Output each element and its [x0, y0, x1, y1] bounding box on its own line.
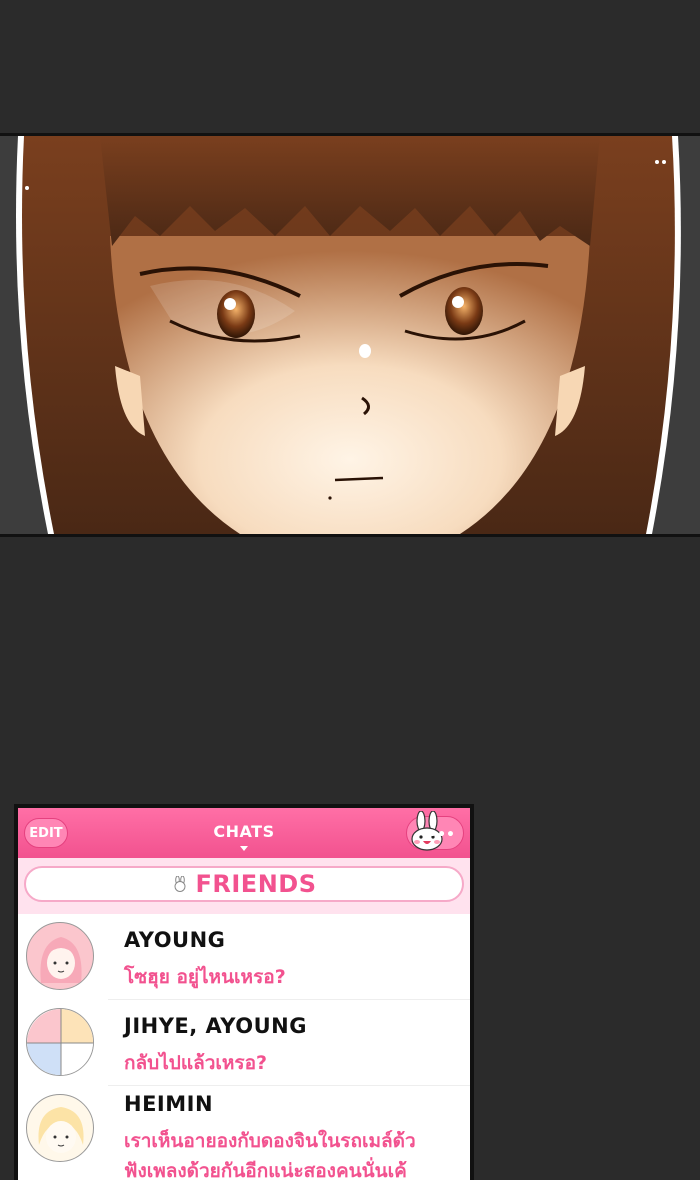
caret-down-icon [240, 846, 248, 851]
friends-button[interactable]: FRIENDS [24, 866, 464, 902]
comic-panel [0, 133, 700, 537]
chat-name: HEIMIN [124, 1092, 214, 1116]
phone-screen: EDIT CHATS ••• FRIENDS AYOUNG โซฮุย อยู่… [14, 804, 474, 1180]
group-avatar-icon [26, 1008, 94, 1076]
chats-tab-title[interactable]: CHATS [18, 822, 470, 841]
chat-row[interactable]: HEIMIN เราเห็นอายองกับดองจินในรถเมล์ด้ว … [18, 1086, 470, 1180]
chat-message: กลับไปแล้วเหรอ? [124, 1052, 268, 1074]
bunny-small-icon [174, 876, 185, 892]
friends-label: FRIENDS [195, 870, 317, 898]
chat-message: เราเห็นอายองกับดองจินในรถเมล์ด้ว [124, 1130, 416, 1152]
top-bar: EDIT CHATS ••• [18, 808, 470, 858]
girl-face-avatar-icon [26, 1094, 94, 1162]
chat-name: JIHYE, AYOUNG [124, 1014, 307, 1038]
chat-row[interactable]: AYOUNG โซฮุย อยู่ไหนเหรอ? [18, 914, 470, 1000]
girl-face-avatar-icon [26, 922, 94, 990]
girl-face-illustration [0, 136, 700, 534]
friends-bar: FRIENDS [18, 858, 470, 914]
chat-name: AYOUNG [124, 928, 226, 952]
chat-message-line2: ฟังเพลงด้วยกันอีกแน่ะสองคนนั่นเค้ [124, 1160, 407, 1180]
chat-message: โซฮุย อยู่ไหนเหรอ? [124, 966, 286, 988]
more-dots-icon: ••• [428, 827, 455, 843]
chat-app: EDIT CHATS ••• FRIENDS AYOUNG โซฮุย อยู่… [18, 808, 470, 1180]
more-button[interactable]: ••• [406, 811, 464, 851]
chat-row[interactable]: JIHYE, AYOUNG กลับไปแล้วเหรอ? [18, 1000, 470, 1086]
